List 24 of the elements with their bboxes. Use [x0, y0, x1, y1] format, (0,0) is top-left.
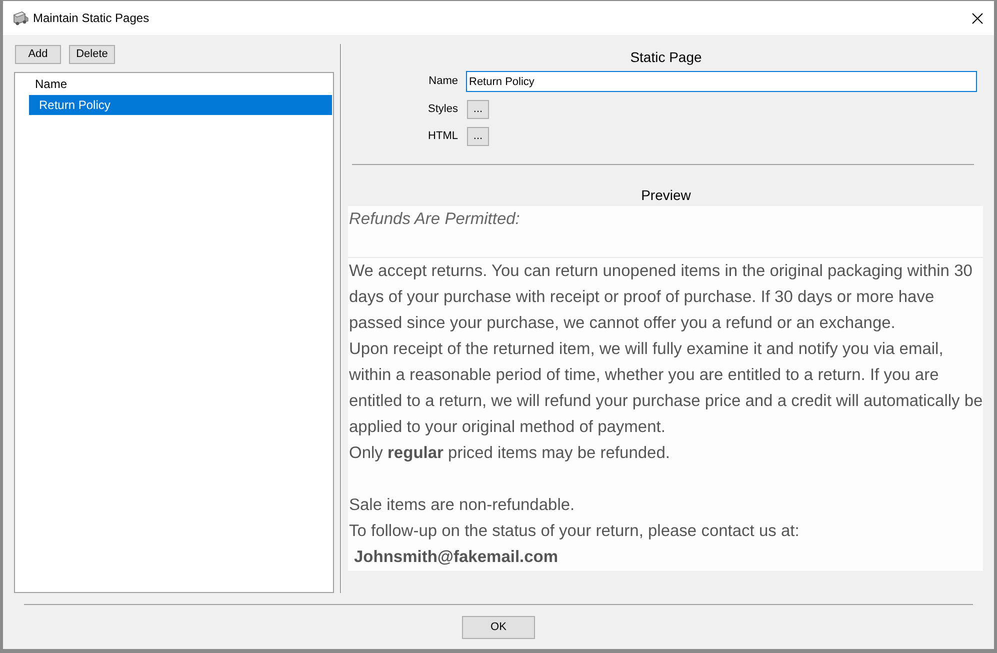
preview-heading: Refunds Are Permitted: [349, 209, 521, 230]
browse-button[interactable]: ... [467, 127, 489, 146]
field-label: Styles [427, 104, 458, 115]
browse-button[interactable]: ... [467, 100, 489, 119]
section-title: Static Page [629, 48, 703, 66]
column-header: Name [34, 78, 68, 90]
truck-icon [13, 10, 29, 26]
ok-button[interactable]: OK [462, 616, 535, 639]
field-label: Name [428, 76, 458, 87]
preview-paragraph: Upon receipt of the returned item, we will fully examine it and notify you via email, within a reasonable period of time, whether you are entitled to a return. If you are entitled to a return, we will refund your purchase price and a credit will automatically be applied to your original method of payment. [349, 339, 983, 438]
close-icon [972, 12, 983, 24]
close-button[interactable] [972, 12, 983, 24]
name-field[interactable]: Return Policy [466, 71, 977, 92]
preview-paragraph: To follow-up on the status of your return, please contact us at: [349, 521, 800, 542]
toolbar-button[interactable]: Add [15, 45, 61, 64]
section-title: Preview [640, 186, 692, 204]
window-title: Maintain Static Pages [33, 12, 150, 24]
preview-paragraph: Only regular priced items may be refunded. [349, 443, 671, 464]
list-item[interactable]: Return Policy [29, 95, 332, 115]
toolbar-button[interactable]: Delete [69, 45, 115, 64]
email-address: Johnsmith@fakemail.com [353, 547, 560, 568]
preview-paragraph: We accept returns. You can return unopened items in the original packaging within 30 days of your purchase with receipt or proof of purchase. If 30 days or more have passed since your purchase, we cannot offer you a refund or an exchange. [349, 261, 974, 334]
preview-paragraph: Sale items are non-refundable. [349, 495, 576, 516]
field-label: HTML [427, 131, 458, 142]
